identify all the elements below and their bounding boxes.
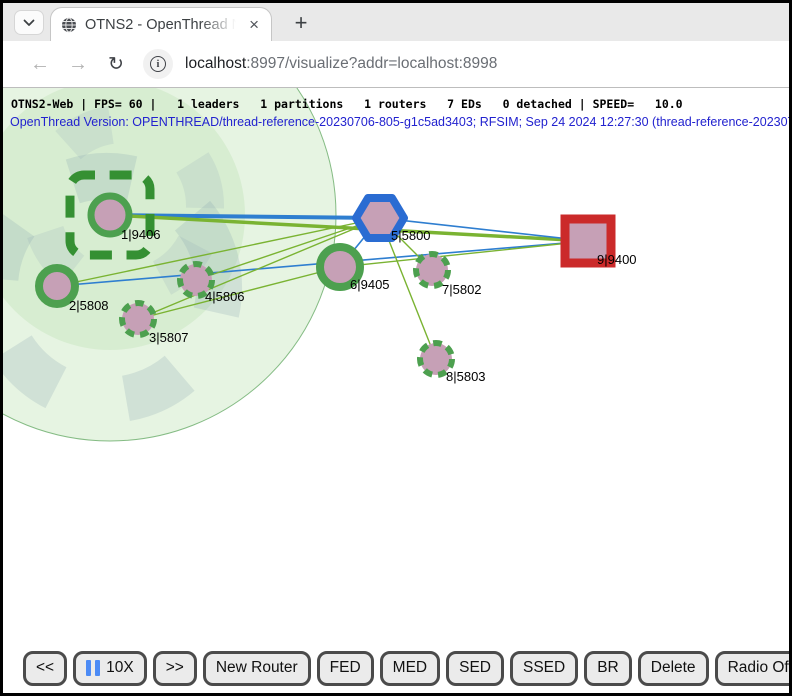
- radio-off-button[interactable]: Radio Off: [715, 651, 789, 686]
- toolbar-button-label: 10X: [106, 659, 134, 677]
- tab-title: OTNS2 - OpenThread Ne: [85, 17, 239, 33]
- speed-down-button[interactable]: <<: [23, 651, 67, 686]
- chevron-down-icon: [23, 19, 35, 27]
- node-label-8: 8|5803: [446, 369, 486, 384]
- node-label-3: 3|5807: [149, 330, 189, 345]
- node-label-7: 7|5802: [442, 282, 482, 297]
- toolbar-button-label: Delete: [651, 659, 696, 677]
- speed-value-button[interactable]: 10X: [73, 651, 147, 686]
- browser-tab[interactable]: OTNS2 - OpenThread Ne ×: [50, 7, 272, 41]
- toolbar-button-label: New Router: [216, 659, 298, 677]
- url-host: localhost: [185, 55, 246, 72]
- node-label-9: 9|9400: [597, 252, 637, 267]
- speed-up-button[interactable]: >>: [153, 651, 197, 686]
- toolbar-button-label: Radio Off: [728, 659, 789, 677]
- browser-window: OTNS2 - OpenThread Ne × + ← → ↻ i localh…: [0, 0, 792, 696]
- url-path: :8997/visualize?addr=localhost:8998: [246, 55, 497, 72]
- node-label-5: 5|5800: [391, 228, 431, 243]
- info-icon: i: [150, 56, 166, 72]
- new-router-button[interactable]: New Router: [203, 651, 311, 686]
- simulation-content: 1|9406 2|5808 3|5807 4|5806 5|5800 6|9405 7|58…: [3, 88, 789, 644]
- node-label-2: 2|5808: [69, 298, 109, 313]
- toolbar-button-label: SED: [459, 659, 491, 677]
- med-button[interactable]: MED: [380, 651, 440, 686]
- toolbar-button-label: FED: [330, 659, 361, 677]
- pause-icon: [86, 660, 100, 676]
- toolbar-button-label: BR: [597, 659, 619, 677]
- url-field[interactable]: localhost:8997/visualize?addr=localhost:…: [185, 55, 789, 73]
- reload-icon[interactable]: ↻: [97, 53, 135, 76]
- link-6-9: [340, 241, 588, 267]
- openthread-version-line: OpenThread Version: OPENTHREAD/thread-re…: [10, 115, 789, 129]
- site-info-chip[interactable]: i: [143, 49, 173, 79]
- ssed-button[interactable]: SSED: [510, 651, 578, 686]
- forward-icon[interactable]: →: [59, 53, 97, 76]
- node-label-1: 1|9406: [121, 227, 161, 242]
- toolbar-button-label: <<: [36, 659, 54, 677]
- new-tab-button[interactable]: +: [286, 8, 316, 38]
- globe-icon: [61, 17, 77, 33]
- tab-list-button[interactable]: [14, 10, 44, 35]
- br-button[interactable]: BR: [584, 651, 632, 686]
- network-canvas[interactable]: 1|9406 2|5808 3|5807 4|5806 5|5800 6|9405 7|58…: [3, 88, 789, 644]
- address-bar-row: ← → ↻ i localhost:8997/visualize?addr=lo…: [3, 41, 789, 88]
- tab-strip: OTNS2 - OpenThread Ne × +: [3, 3, 789, 41]
- toolbar-button-label: MED: [393, 659, 427, 677]
- toolbar-button-label: SSED: [523, 659, 565, 677]
- tab-close-icon[interactable]: ×: [247, 16, 261, 33]
- node-label-4: 4|5806: [205, 289, 245, 304]
- action-toolbar: << 10X >> New Router FED MED SED SSED BR Delete Ra…: [3, 644, 789, 692]
- fed-button[interactable]: FED: [317, 651, 374, 686]
- sed-button[interactable]: SED: [446, 651, 504, 686]
- back-icon[interactable]: ←: [21, 53, 59, 76]
- toolbar-button-label: >>: [166, 659, 184, 677]
- delete-button[interactable]: Delete: [638, 651, 709, 686]
- status-line: OTNS2-Web | FPS= 60 | 1 leaders 1 partit…: [11, 97, 683, 111]
- node-label-6: 6|9405: [350, 277, 390, 292]
